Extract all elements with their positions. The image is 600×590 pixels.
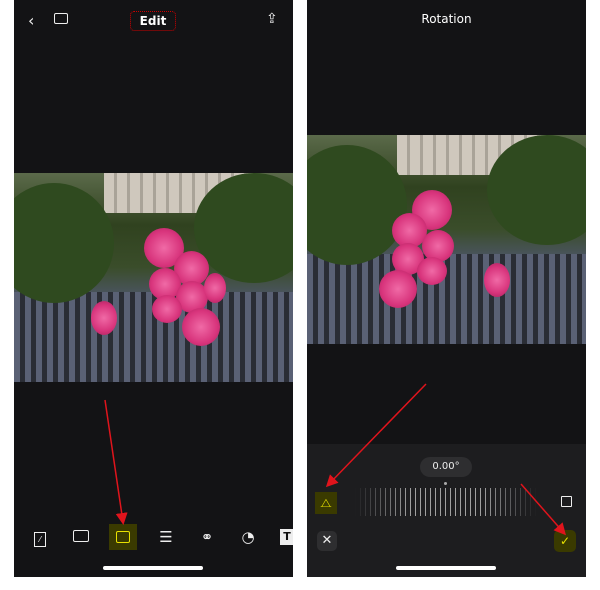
arrow-to-confirm bbox=[520, 483, 566, 536]
arrow-to-flip bbox=[325, 383, 427, 488]
annotation-arrows bbox=[104, 383, 566, 536]
arrow-to-crop-tool bbox=[104, 399, 128, 525]
